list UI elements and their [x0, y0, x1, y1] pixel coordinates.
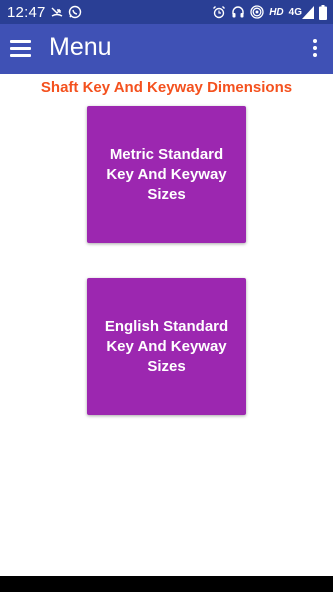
app-bar: Menu	[0, 24, 333, 74]
signal-icon: 4G	[289, 4, 314, 20]
status-right: HD 4G	[212, 4, 327, 20]
navigation-bar	[0, 576, 333, 592]
missed-call-icon	[51, 4, 63, 20]
app-title: Menu	[49, 33, 112, 61]
hd-label: HD	[269, 6, 284, 18]
network-label: 4G	[288, 6, 302, 18]
english-standard-button[interactable]: English Standard Key And Keyway Sizes	[87, 278, 246, 415]
screen: 12:47 HD 4G Menu Shaft Key And Keyway Di…	[0, 0, 333, 592]
status-bar: 12:47 HD 4G	[0, 0, 333, 24]
status-time: 12:47	[7, 3, 46, 21]
headset-icon	[231, 4, 245, 20]
hamburger-menu-icon[interactable]	[10, 40, 31, 57]
overflow-menu-icon[interactable]	[312, 39, 318, 59]
metric-standard-button[interactable]: Metric Standard Key And Keyway Sizes	[87, 106, 246, 243]
alarm-icon	[212, 4, 226, 20]
battery-icon	[319, 4, 327, 20]
status-left: 12:47	[7, 4, 82, 21]
hotspot-icon	[250, 4, 264, 20]
page-heading: Shaft Key And Keyway Dimensions	[40, 79, 293, 96]
whatsapp-icon	[68, 4, 82, 20]
